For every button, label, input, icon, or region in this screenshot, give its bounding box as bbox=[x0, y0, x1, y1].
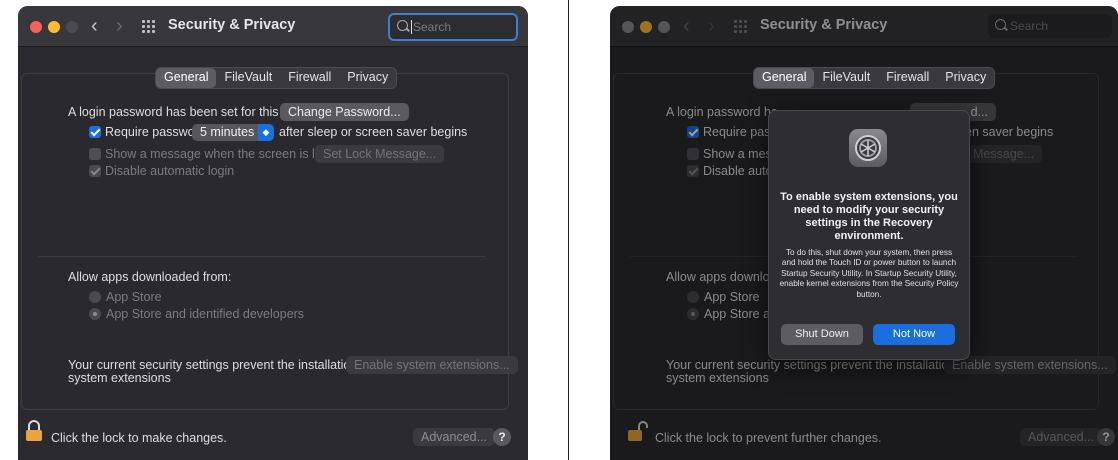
require-password-interval-value: 5 minutes bbox=[200, 125, 255, 139]
chevron-updown-icon: ◆ bbox=[258, 124, 274, 141]
disable-auto-login-checkbox[interactable] bbox=[89, 165, 101, 177]
allow-apps-label: Allow apps downloaded from: bbox=[68, 270, 232, 284]
section-separator bbox=[38, 256, 486, 257]
advanced-button[interactable]: Advanced... bbox=[413, 428, 496, 446]
forward-chevron-icon[interactable]: › bbox=[116, 15, 123, 38]
tab-bar: General FileVault Firewall Privacy bbox=[155, 67, 398, 89]
require-password-checkbox[interactable] bbox=[89, 126, 101, 138]
close-button[interactable] bbox=[30, 21, 42, 33]
show-all-grid-icon[interactable] bbox=[142, 20, 156, 34]
prevent-extensions-text-line2: system extensions bbox=[68, 371, 171, 385]
require-password-interval-select[interactable]: 5 minutes ◆ bbox=[192, 124, 274, 141]
tab-privacy[interactable]: Privacy bbox=[339, 68, 396, 88]
show-message-label: Show a message when the screen is locked bbox=[105, 147, 349, 161]
not-now-button[interactable]: Not Now bbox=[873, 324, 955, 345]
app-store-label: App Store bbox=[106, 290, 162, 304]
search-icon bbox=[397, 20, 408, 31]
dialog-message: To do this, shut down your system, then … bbox=[779, 248, 959, 299]
security-privacy-window-right: ‹ › Security & Privacy Search General Fi… bbox=[610, 6, 1118, 460]
shut-down-button[interactable]: Shut Down bbox=[781, 324, 863, 345]
search-placeholder: Search bbox=[411, 20, 452, 34]
enable-system-extensions-button[interactable]: Enable system extensions... bbox=[346, 356, 518, 374]
tab-general[interactable]: General bbox=[754, 68, 815, 88]
disable-auto-login-label: Disable automatic login bbox=[105, 164, 235, 178]
tab-filevault[interactable]: FileVault bbox=[216, 68, 280, 88]
zoom-button[interactable] bbox=[66, 21, 78, 33]
set-lock-message-button[interactable]: Set Lock Message... bbox=[315, 145, 445, 163]
app-store-identified-label: App Store and identified developers bbox=[106, 307, 305, 321]
tab-general[interactable]: General bbox=[156, 68, 217, 88]
require-password-label: Require password bbox=[105, 125, 206, 139]
tab-firewall[interactable]: Firewall bbox=[878, 68, 937, 88]
tab-privacy[interactable]: Privacy bbox=[937, 68, 994, 88]
tab-bar: General FileVault Firewall Privacy bbox=[753, 67, 996, 89]
window-title: Security & Privacy bbox=[168, 17, 296, 33]
security-privacy-window-left: ‹ › Security & Privacy Search General Fi… bbox=[18, 6, 528, 460]
search-field[interactable]: Search bbox=[388, 13, 518, 41]
help-button[interactable]: ? bbox=[493, 428, 511, 446]
show-message-checkbox[interactable] bbox=[89, 148, 101, 160]
change-password-button[interactable]: Change Password... bbox=[280, 103, 409, 121]
system-extensions-dialog: To enable system extensions, you need to… bbox=[768, 110, 970, 360]
tab-firewall[interactable]: Firewall bbox=[280, 68, 339, 88]
security-preferences-icon bbox=[849, 129, 887, 167]
minimize-button[interactable] bbox=[48, 21, 60, 33]
prevent-extensions-text-line1: Your current security settings prevent t… bbox=[68, 358, 372, 372]
tab-filevault[interactable]: FileVault bbox=[814, 68, 878, 88]
back-chevron-icon[interactable]: ‹ bbox=[91, 15, 98, 38]
login-password-text: A login password has been set for this u… bbox=[68, 105, 307, 119]
app-store-radio[interactable] bbox=[89, 291, 101, 303]
title-bar: ‹ › Security & Privacy Search bbox=[18, 6, 528, 47]
lock-icon[interactable] bbox=[25, 420, 43, 442]
dialog-title: To enable system extensions, you need to… bbox=[780, 191, 958, 242]
lock-text: Click the lock to make changes. bbox=[51, 431, 227, 445]
panel-divider bbox=[568, 0, 569, 460]
app-store-identified-radio[interactable] bbox=[89, 308, 101, 320]
after-sleep-label: after sleep or screen saver begins bbox=[279, 125, 468, 139]
